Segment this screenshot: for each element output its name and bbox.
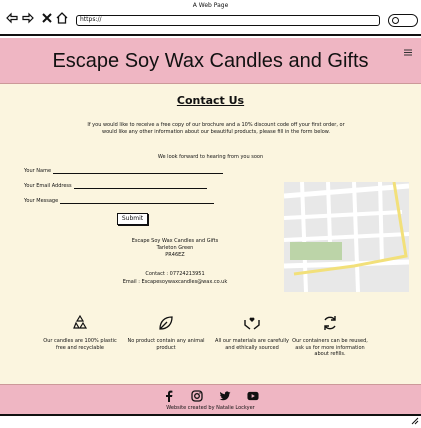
window-title: A Web Page (192, 2, 229, 9)
feature-item: Our candles are 100% plastic free and re… (40, 314, 120, 351)
name-field[interactable]: Your Name (24, 168, 224, 174)
instagram-icon[interactable] (190, 390, 203, 402)
feature-item: All our materials are carefully and ethi… (212, 314, 292, 351)
forward-text: We look forward to hearing from you soon (157, 154, 264, 160)
search-icon (392, 17, 399, 24)
footer-credit: Website created by Natalie Lockyer (166, 405, 255, 411)
twitter-icon[interactable] (219, 390, 231, 402)
name-input[interactable] (53, 168, 224, 174)
hamburger-menu-icon[interactable] (404, 48, 412, 59)
message-input[interactable] (60, 198, 215, 204)
address-line: PR46EZ (165, 252, 185, 258)
feature-text: No product contain any animal product (127, 338, 205, 351)
forward-arrow-icon[interactable] (22, 12, 34, 26)
feature-item: No product contain any animal product (126, 314, 206, 351)
location-map[interactable] (284, 182, 409, 292)
window-bottom-bar (0, 414, 421, 428)
site-title: Escape Soy Wax Candles and Gifts (52, 50, 369, 72)
features-row: Our candles are 100% plastic free and re… (0, 314, 421, 384)
facebook-icon[interactable] (163, 390, 175, 402)
contact-email: Email : Escapesoywaxcandles@wax.co.uk (122, 279, 228, 285)
refill-icon (290, 314, 370, 332)
site-footer: Website created by Natalie Lockyer (0, 384, 421, 414)
email-input[interactable] (73, 183, 207, 189)
url-bar[interactable]: https:// (76, 15, 380, 26)
contact-number: Contact : 07724213951 (145, 271, 205, 277)
close-x-icon[interactable] (42, 12, 52, 26)
submit-button[interactable]: Submit (117, 213, 148, 225)
youtube-icon[interactable] (246, 390, 259, 402)
search-field[interactable] (388, 14, 418, 27)
intro-text: If you would like to receive a free copy… (87, 122, 345, 135)
feature-text: Our candles are 100% plastic free and re… (43, 338, 117, 351)
email-label: Your Email Address (24, 183, 72, 189)
recycle-icon (40, 314, 120, 332)
feature-text: Our containers can be reused, ask us for… (292, 338, 368, 357)
message-label: Your Message (24, 198, 59, 204)
name-label: Your Name (24, 168, 52, 174)
feature-item: Our containers can be reused, ask us for… (290, 314, 370, 358)
address-block: Escape Soy Wax Candles and Gifts Tarleto… (110, 238, 240, 259)
message-field[interactable]: Your Message (24, 198, 215, 204)
hands-heart-icon (212, 314, 292, 332)
contact-heading: Contact Us (176, 94, 245, 107)
contact-section: Contact Us If you would like to receive … (0, 84, 421, 384)
back-arrow-icon[interactable] (6, 12, 18, 26)
social-links (0, 390, 421, 402)
site-header: Escape Soy Wax Candles and Gifts (0, 38, 421, 84)
resize-handle-icon[interactable] (411, 417, 419, 427)
address-line: Tarleton Green (156, 245, 194, 251)
feature-text: All our materials are carefully and ethi… (215, 338, 289, 351)
contact-details: Contact : 07724213951 Email : Escapesoyw… (100, 270, 250, 286)
leaf-icon (126, 314, 206, 332)
address-line: Escape Soy Wax Candles and Gifts (131, 238, 219, 244)
home-icon[interactable] (56, 12, 68, 26)
browser-chrome: A Web Page https:// (0, 0, 421, 36)
email-field[interactable]: Your Email Address (24, 183, 207, 189)
